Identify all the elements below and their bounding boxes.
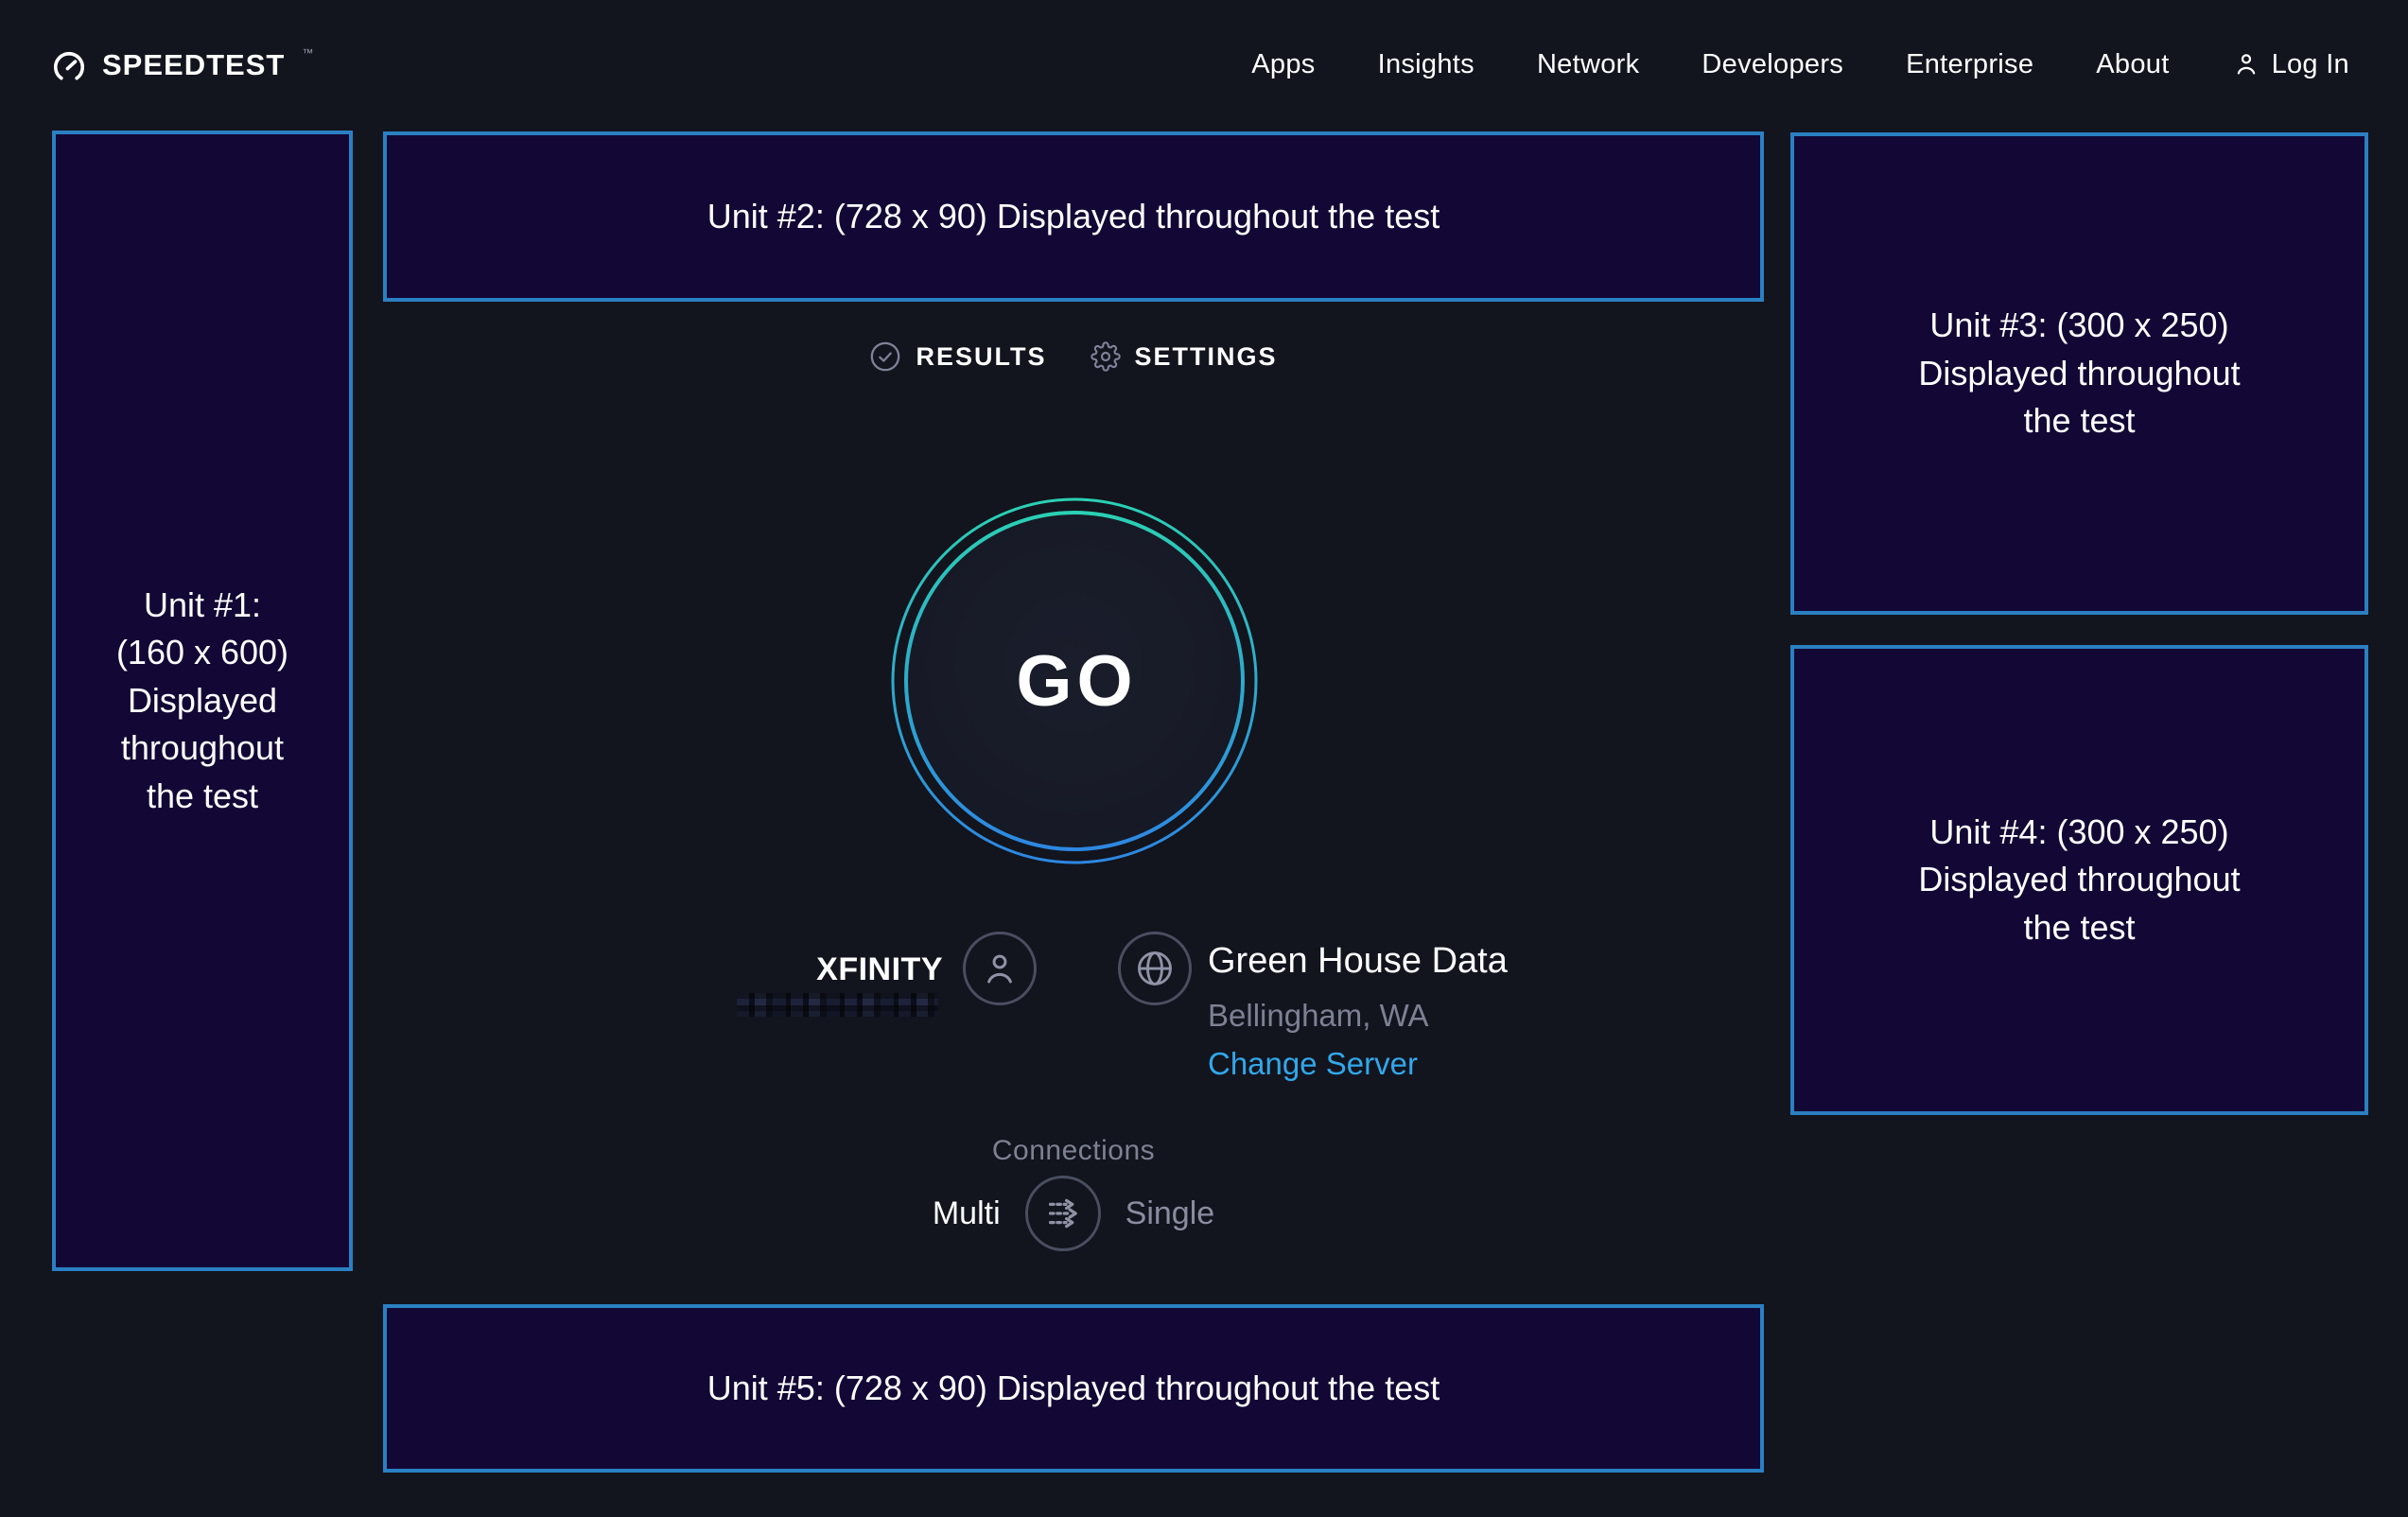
- server-location: Bellingham, WA: [1208, 998, 1429, 1034]
- brand-name: SPEEDTEST: [102, 48, 285, 82]
- main-nav: Apps Insights Network Developers Enterpr…: [1251, 17, 2349, 112]
- ad-unit-1[interactable]: Unit #1: (160 x 600) Displayed throughou…: [52, 131, 353, 1271]
- change-server-link[interactable]: Change Server: [1208, 1046, 1418, 1082]
- ad-unit-5[interactable]: Unit #5: (728 x 90) Displayed throughout…: [383, 1304, 1764, 1473]
- ad-unit-5-text: Unit #5: (728 x 90) Displayed throughout…: [707, 1365, 1440, 1412]
- tabs-row: RESULTS SETTINGS: [383, 340, 1764, 373]
- nav-item-insights[interactable]: Insights: [1378, 49, 1474, 80]
- ad-unit-3-text: Unit #3: (300 x 250) Displayed throughou…: [1918, 302, 2240, 445]
- login-label: Log In: [2272, 49, 2349, 80]
- isp-name: XFINITY: [816, 951, 943, 988]
- connections-row: Multi Single: [383, 1176, 1764, 1251]
- nav-item-enterprise[interactable]: Enterprise: [1906, 49, 2033, 80]
- triple-arrows-icon: [1041, 1192, 1085, 1235]
- brand-logo[interactable]: SPEEDTEST ™: [51, 48, 313, 85]
- nav-item-network[interactable]: Network: [1537, 49, 1639, 80]
- server-name: Green House Data: [1208, 941, 1508, 982]
- connection-toggle-button[interactable]: [1025, 1176, 1101, 1251]
- ad-unit-4[interactable]: Unit #4: (300 x 250) Displayed throughou…: [1790, 645, 2368, 1115]
- ad-unit-2-text: Unit #2: (728 x 90) Displayed throughout…: [707, 193, 1440, 240]
- globe-icon: [1133, 947, 1177, 990]
- go-button[interactable]: GO: [890, 497, 1259, 865]
- login-link[interactable]: Log In: [2232, 49, 2349, 80]
- connections-label: Connections: [383, 1135, 1764, 1167]
- connection-mode-multi[interactable]: Multi: [933, 1195, 1001, 1232]
- tab-results-label: RESULTS: [916, 342, 1046, 372]
- speedometer-icon: [51, 49, 87, 85]
- ad-unit-4-text: Unit #4: (300 x 250) Displayed throughou…: [1918, 809, 2240, 951]
- ad-unit-2[interactable]: Unit #2: (728 x 90) Displayed throughout…: [383, 131, 1764, 302]
- tab-settings[interactable]: SETTINGS: [1091, 340, 1278, 373]
- connection-mode-single[interactable]: Single: [1125, 1195, 1215, 1232]
- server-avatar: [1118, 932, 1192, 1005]
- user-icon: [980, 949, 1020, 988]
- go-button-label: GO: [890, 497, 1259, 865]
- isp-address-redacted: [737, 993, 938, 1017]
- user-icon: [2232, 50, 2260, 78]
- isp-avatar: [963, 932, 1037, 1005]
- nav-item-developers[interactable]: Developers: [1701, 49, 1843, 80]
- ad-unit-3[interactable]: Unit #3: (300 x 250) Displayed throughou…: [1790, 132, 2368, 615]
- check-circle-icon: [869, 340, 901, 373]
- ad-unit-1-text: Unit #1: (160 x 600) Displayed throughou…: [116, 582, 288, 820]
- nav-item-apps[interactable]: Apps: [1251, 49, 1315, 80]
- trademark-mark: ™: [302, 46, 313, 60]
- nav-item-about[interactable]: About: [2096, 49, 2169, 80]
- tab-settings-label: SETTINGS: [1135, 342, 1278, 372]
- top-nav-bar: SPEEDTEST ™ Apps Insights Network Develo…: [0, 0, 2408, 123]
- tab-results[interactable]: RESULTS: [869, 340, 1046, 373]
- speedtest-page: SPEEDTEST ™ Apps Insights Network Develo…: [0, 0, 2408, 1517]
- gear-icon: [1091, 341, 1121, 372]
